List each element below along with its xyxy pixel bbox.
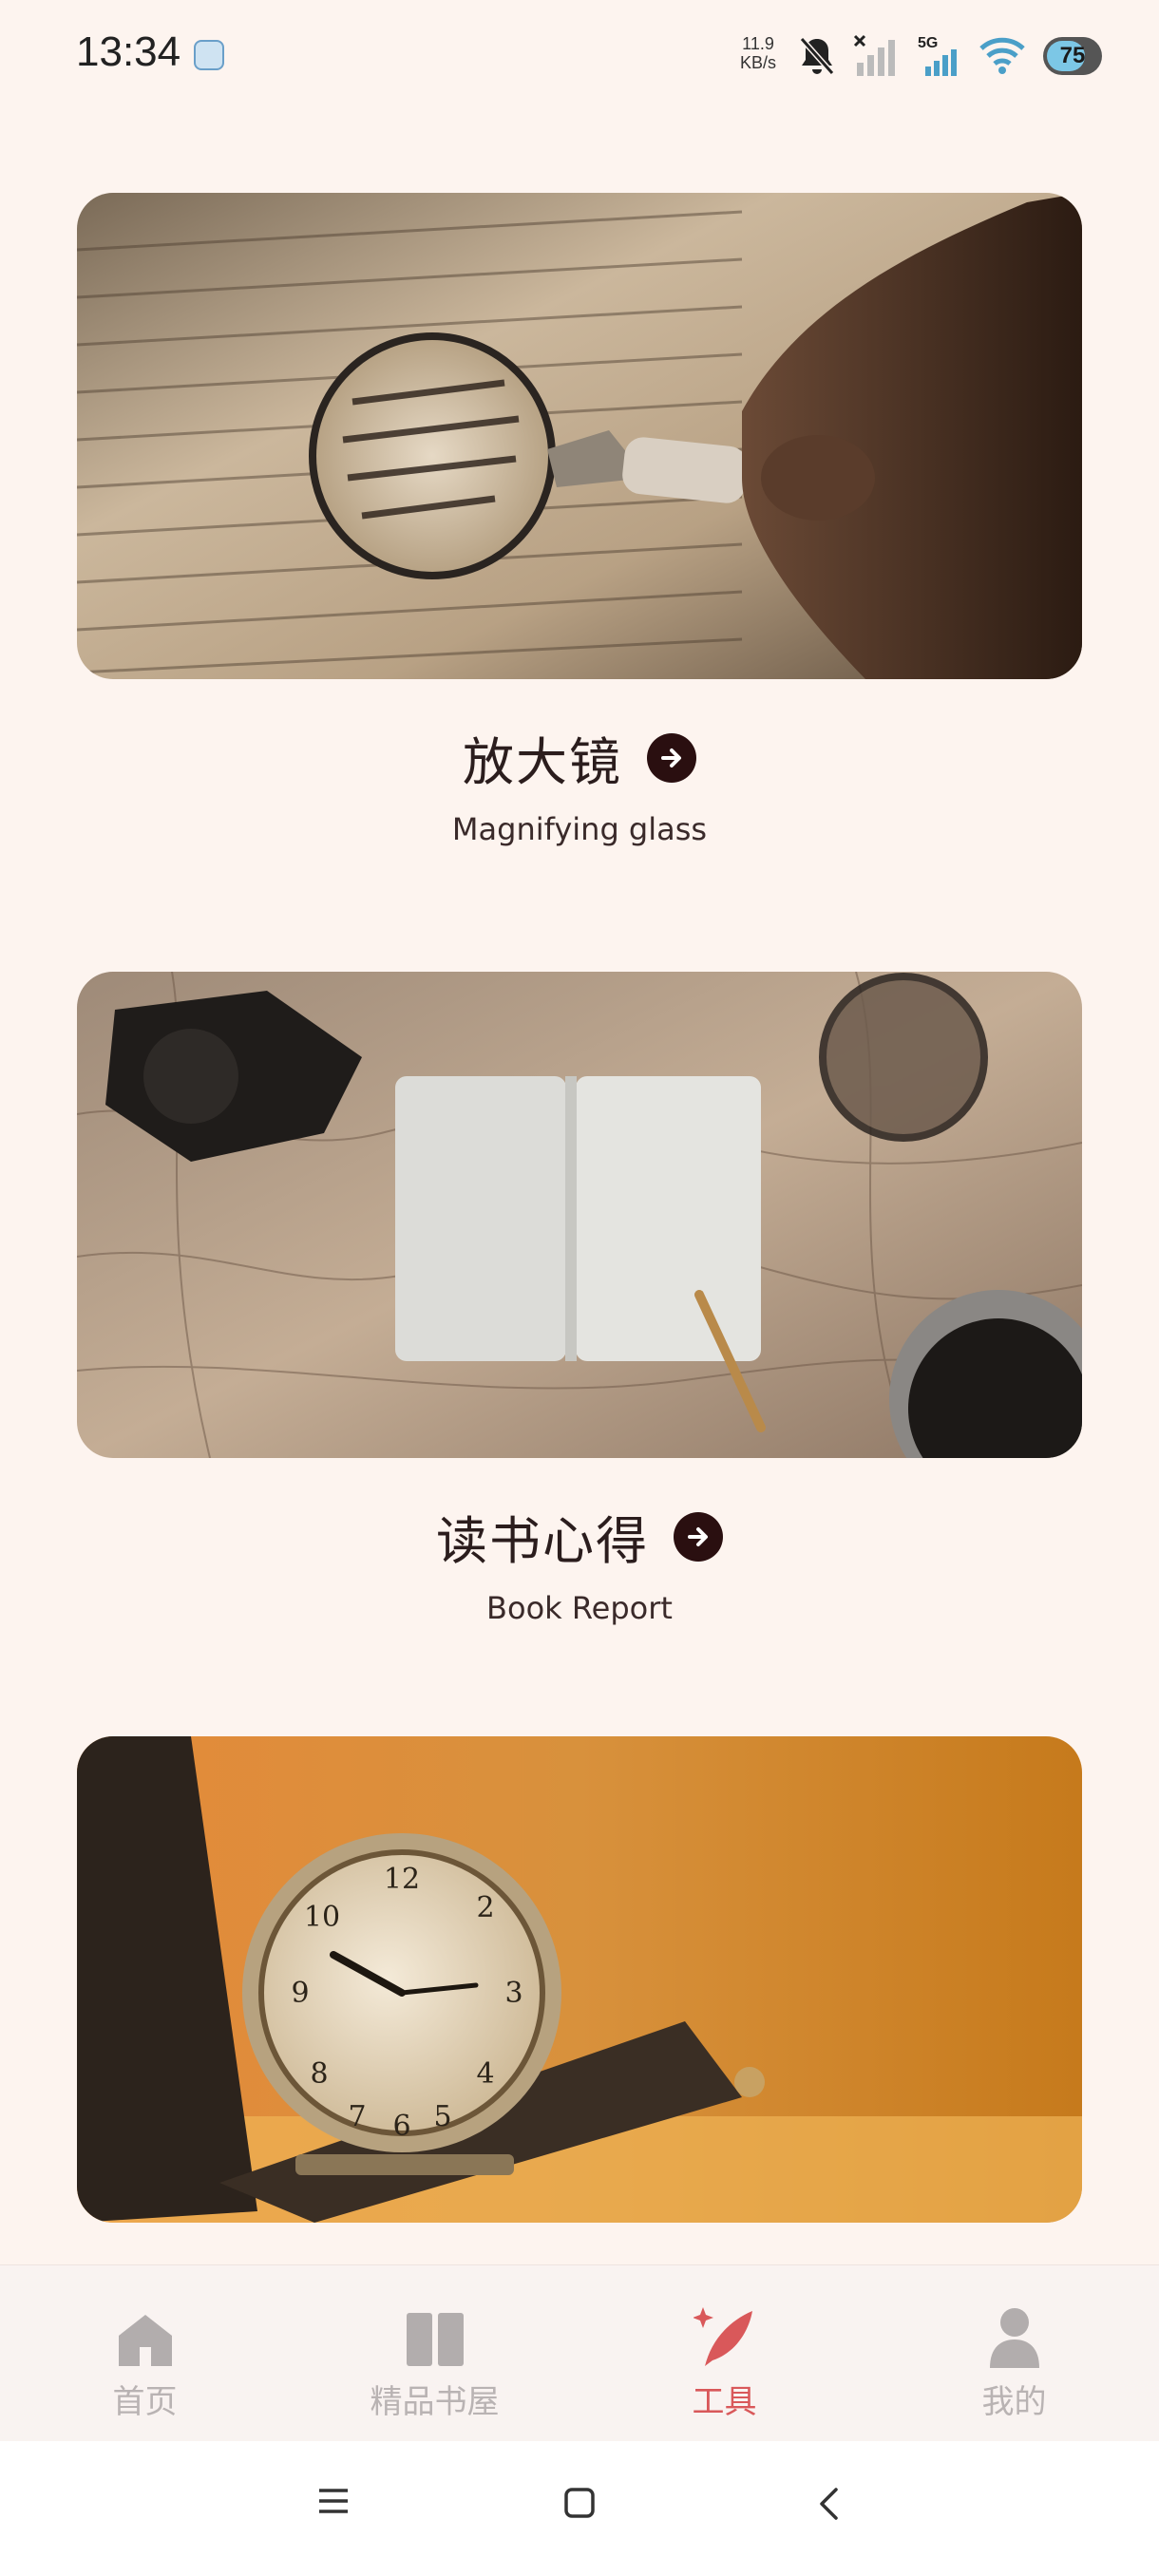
battery-level: 75 [1059, 43, 1086, 68]
book-report-card-image[interactable] [77, 972, 1082, 1458]
status-time: 13:34 [76, 28, 181, 75]
signal-5g-icon: 5G [916, 34, 961, 78]
network-speed: 11.9 KB/s [735, 34, 781, 72]
book-report-title-row[interactable]: 读书心得 [0, 1499, 1159, 1574]
nav-item-library[interactable]: 精品书屋 [290, 2265, 580, 2442]
arrow-right-icon[interactable] [647, 732, 696, 783]
app-notification-icon [194, 40, 224, 70]
home-icon [117, 2305, 174, 2368]
nav-label: 首页 [112, 2383, 178, 2421]
network-speed-value: 11.9 [742, 34, 774, 53]
svg-text:4: 4 [476, 2057, 494, 2091]
svg-text:9: 9 [291, 1977, 309, 2010]
card-subtitle: Book Report [486, 1590, 673, 1626]
system-navigation-bar [0, 2441, 1159, 2576]
svg-text:10: 10 [304, 1901, 340, 1934]
svg-text:3: 3 [504, 1977, 522, 2010]
status-bar: 13:34 11.9 KB/s 5G 75 [0, 0, 1159, 114]
battery-icon: 75 [1043, 37, 1102, 75]
network-type: 5G [918, 35, 938, 51]
nav-label: 我的 [981, 2383, 1047, 2421]
network-speed-unit: KB/s [739, 53, 776, 72]
svg-text:6: 6 [392, 2110, 410, 2143]
card-subtitle: Magnifying glass [451, 811, 708, 847]
bell-muted-icon [798, 35, 836, 77]
bottom-navigation: 首页 精品书屋 工具 我的 [0, 2264, 1159, 2442]
menu-icon[interactable] [317, 2487, 350, 2519]
alarm-clock-card-image[interactable]: 12 2 3 4 5 6 7 8 9 10 [77, 1736, 1082, 2223]
signal-no-sim-icon [853, 34, 899, 78]
svg-text:5: 5 [433, 2100, 451, 2133]
svg-text:8: 8 [310, 2057, 328, 2091]
magnifying-glass-title-row[interactable]: 放大镜 [0, 720, 1159, 795]
card-title: 放大镜 [463, 732, 622, 792]
quill-icon [693, 2305, 756, 2368]
card-title: 读书心得 [436, 1511, 649, 1571]
svg-text:2: 2 [476, 1891, 494, 1924]
alarm-clock-photo: 12 2 3 4 5 6 7 8 9 10 [77, 1736, 1082, 2223]
back-icon[interactable] [817, 2487, 840, 2525]
nav-label: 精品书屋 [370, 2383, 500, 2421]
book-icon [405, 2305, 466, 2368]
nav-label: 工具 [692, 2383, 757, 2421]
nav-item-profile[interactable]: 我的 [869, 2265, 1159, 2442]
svg-text:7: 7 [348, 2100, 366, 2133]
magnifying-glass-photo [77, 193, 1082, 679]
status-icons: 5G 75 [798, 32, 1102, 80]
wifi-icon [978, 37, 1026, 75]
arrow-right-icon[interactable] [674, 1511, 723, 1562]
magnifying-glass-card-image[interactable] [77, 193, 1082, 679]
home-button-icon[interactable] [563, 2487, 596, 2523]
person-icon [988, 2305, 1041, 2368]
notebook-map-photo [77, 972, 1082, 1458]
nav-item-home[interactable]: 首页 [0, 2265, 290, 2442]
nav-item-tools[interactable]: 工具 [580, 2265, 869, 2442]
svg-text:12: 12 [384, 1863, 420, 1896]
